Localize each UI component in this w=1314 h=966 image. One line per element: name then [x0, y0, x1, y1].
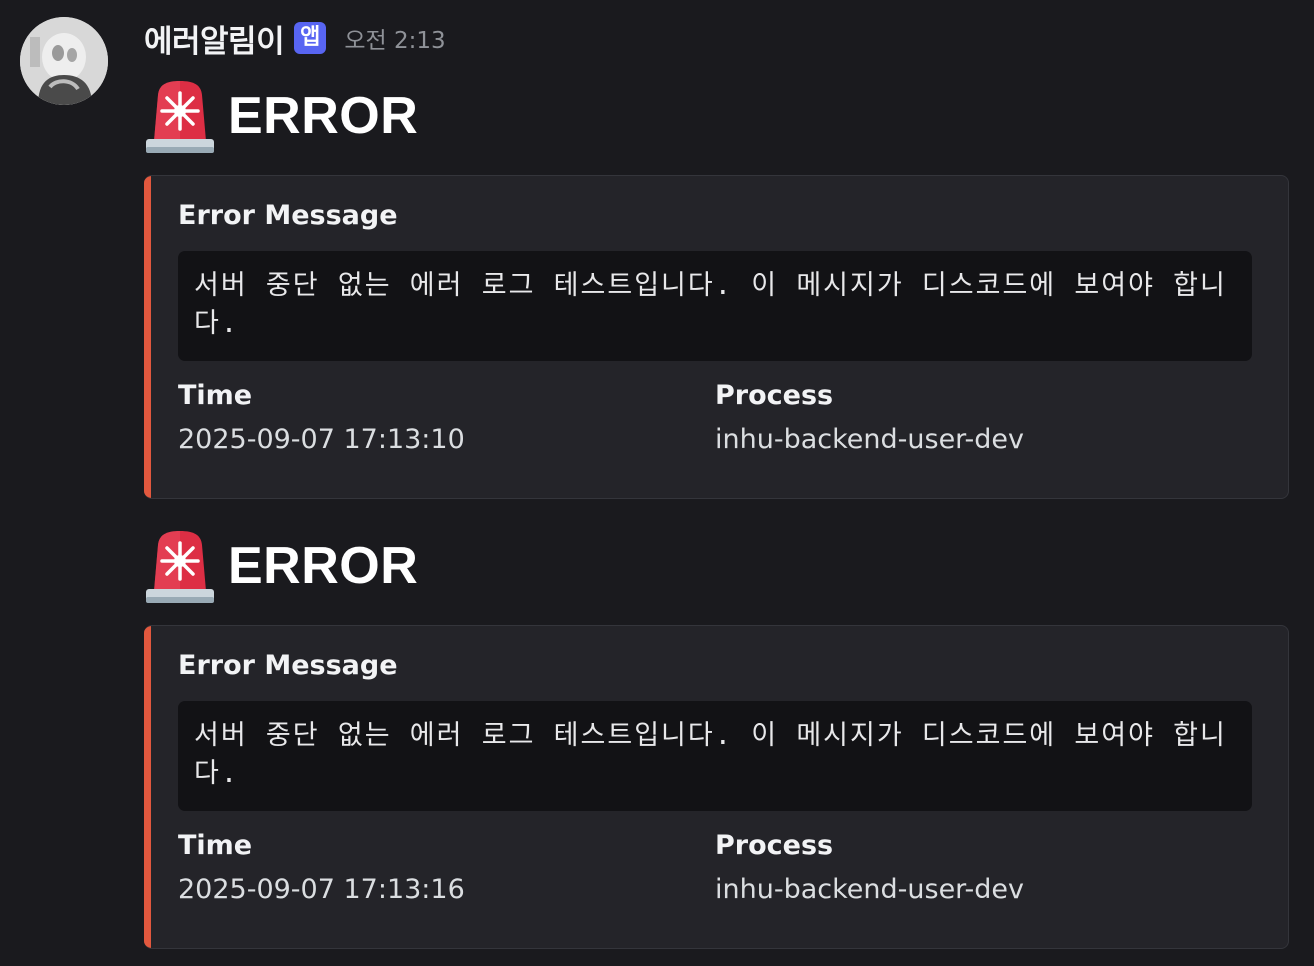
field-label-process: Process [715, 380, 834, 411]
timestamp[interactable]: 오전 2:13 [344, 21, 445, 55]
avatar-image [20, 17, 108, 105]
field-value-process: inhu-backend-user-dev [715, 424, 1025, 455]
field-label-time: Time [178, 830, 253, 861]
error-title: ERROR [228, 537, 419, 595]
app-badge: 앱 [294, 22, 327, 54]
embed-accent-bar [144, 626, 151, 948]
field-value-time: 2025-09-07 17:13:10 [178, 424, 465, 455]
rotating-light-icon [146, 81, 214, 153]
error-message-code-block[interactable]: 서버 중단 없는 에러 로그 테스트입니다. 이 메시지가 디스코드에 보여야 … [178, 251, 1252, 361]
error-embed: Error Message 서버 중단 없는 에러 로그 테스트입니다. 이 메… [144, 175, 1289, 499]
error-heading: ERROR [144, 528, 418, 604]
field-value-time: 2025-09-07 17:13:16 [178, 874, 465, 905]
rotating-light-icon [146, 531, 214, 603]
error-message-code-block[interactable]: 서버 중단 없는 에러 로그 테스트입니다. 이 메시지가 디스코드에 보여야 … [178, 701, 1252, 811]
field-label-error-message: Error Message [178, 200, 398, 231]
avatar[interactable] [20, 17, 108, 105]
error-heading: ERROR [144, 78, 418, 154]
embed-accent-bar [144, 176, 151, 498]
error-title: ERROR [228, 87, 419, 145]
field-label-time: Time [178, 380, 253, 411]
chat-message: 에러알림이 앱 오전 2:13 ERROR Error Message 서버 중… [0, 0, 1314, 966]
username[interactable]: 에러알림이 [144, 16, 285, 61]
error-embed: Error Message 서버 중단 없는 에러 로그 테스트입니다. 이 메… [144, 625, 1289, 949]
field-value-process: inhu-backend-user-dev [715, 874, 1025, 905]
field-label-process: Process [715, 830, 834, 861]
field-label-error-message: Error Message [178, 650, 398, 681]
message-header: 에러알림이 앱 오전 2:13 [144, 14, 446, 62]
